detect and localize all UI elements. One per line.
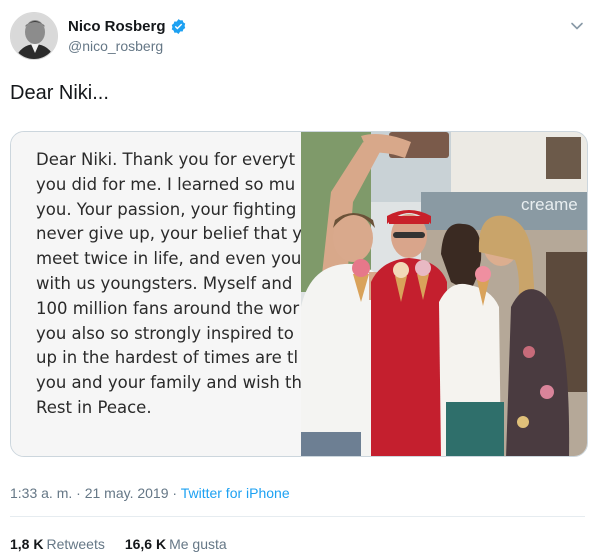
letter-line: you and your family and wish th (36, 373, 302, 393)
letter-line: Rest in Peace. (36, 397, 152, 417)
retweets-count: 1,8 K (10, 536, 44, 552)
letter-line: up in the hardest of times are tl (36, 348, 299, 368)
letter-line: you. Your passion, your fighting (36, 199, 297, 219)
tweet-source-link[interactable]: Twitter for iPhone (181, 485, 290, 501)
chevron-down-icon[interactable] (569, 18, 585, 34)
display-name-text[interactable]: Nico Rosberg (68, 17, 166, 36)
author-handle[interactable]: @nico_rosberg (68, 36, 187, 56)
tweet-media[interactable]: Dear Niki. Thank you for everyt you did … (10, 131, 588, 457)
tweet-metadata: 1:33 a. m. · 21 may. 2019 · Twitter for … (10, 484, 290, 502)
media-selfie-photo[interactable]: creame (301, 132, 588, 457)
likes-label: Me gusta (169, 536, 227, 552)
likes-stat[interactable]: 16,6 K Me gusta (125, 535, 227, 553)
letter-line: you also so strongly inspired to (36, 323, 294, 343)
avatar[interactable] (10, 12, 58, 60)
letter-text: Dear Niki. Thank you for everyt you did … (36, 148, 302, 421)
author-names: Nico Rosberg @nico_rosberg (68, 17, 187, 56)
photo-sign-text: creame (521, 195, 578, 214)
tweet-header: Nico Rosberg @nico_rosberg (10, 12, 585, 62)
letter-line: 100 million fans around the wor (36, 298, 300, 318)
tweet-stats: 1,8 K Retweets 16,6 K Me gusta (10, 535, 227, 553)
media-letter-image[interactable]: Dear Niki. Thank you for everyt you did … (11, 132, 302, 456)
letter-line: never give up, your belief that y (36, 224, 302, 244)
letter-line: with us youngsters. Myself and (36, 273, 293, 293)
tweet-text: Dear Niki... (10, 82, 109, 104)
divider (10, 516, 585, 517)
retweets-stat[interactable]: 1,8 K Retweets (10, 535, 105, 553)
verified-badge-icon (171, 19, 185, 34)
retweets-label: Retweets (46, 536, 105, 552)
letter-line: meet twice in life, and even you (36, 249, 302, 269)
likes-count: 16,6 K (124, 536, 167, 552)
letter-line: Dear Niki. Thank you for everyt (36, 150, 296, 169)
author-display-name[interactable]: Nico Rosberg (68, 17, 187, 36)
letter-line: you did for me. I learned so mu (36, 174, 296, 194)
tweet-timestamp[interactable]: 1:33 a. m. · 21 may. 2019 · (10, 485, 177, 501)
